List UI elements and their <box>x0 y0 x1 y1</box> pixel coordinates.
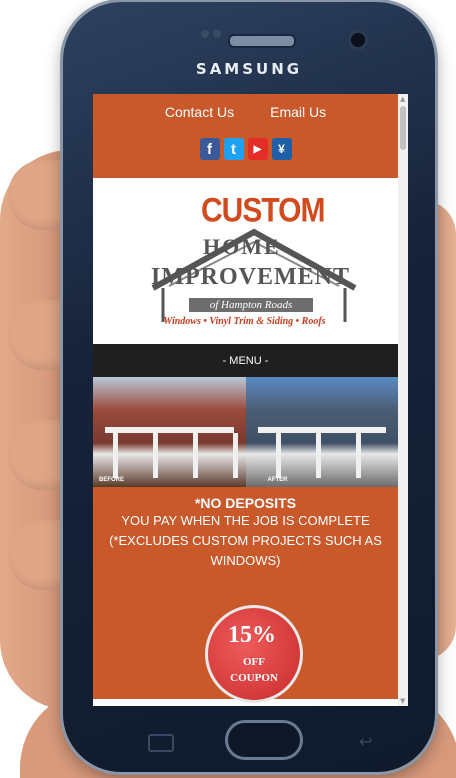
promo-line-3: WINDOWS) <box>210 553 281 568</box>
logo-home-text: HOME <box>203 234 281 259</box>
yelp-icon[interactable]: ¥ <box>271 138 292 160</box>
social-icons: f t ▶ ¥ <box>93 138 398 160</box>
earpiece-speaker <box>228 34 296 48</box>
twitter-icon[interactable]: t <box>223 138 244 160</box>
promo-line-2: (*EXCLUDES CUSTOM PROJECTS SUCH AS <box>109 533 382 548</box>
youtube-icon[interactable]: ▶ <box>247 138 268 160</box>
porch-pillar <box>113 433 118 478</box>
porch-pillar <box>193 433 198 478</box>
back-button[interactable]: ↩ <box>359 732 372 751</box>
site-logo[interactable]: CUSTOM HOME IMPROVEMENT of Hampton Roads… <box>93 178 408 344</box>
porch-pillar <box>233 433 238 478</box>
contact-us-link[interactable]: Contact Us <box>165 104 234 120</box>
phone-screen: Contact Us Email Us f t ▶ ¥ CUSTOM HOME … <box>93 94 408 706</box>
scroll-down-arrow[interactable]: ▼ <box>400 697 405 705</box>
after-photo: AFTER <box>245 377 398 487</box>
promo-section: *NO DEPOSITS YOU PAY WHEN THE JOB IS COM… <box>93 487 398 703</box>
porch-pillar <box>355 433 361 478</box>
logo-tagline: Windows • Vinyl Trim & Siding • Roofs <box>163 316 326 327</box>
after-label: AFTER <box>267 477 288 483</box>
before-after-photos: BEFORE AFTER <box>93 377 398 487</box>
coupon-percent: 15% <box>228 622 276 648</box>
header-nav: Contact Us Email Us <box>93 104 398 120</box>
sensor-dot <box>201 30 209 38</box>
porch-pillar <box>153 433 158 478</box>
coupon-label: COUPON <box>230 672 278 684</box>
scroll-up-arrow[interactable]: ▲ <box>400 95 405 103</box>
promo-line-1: YOU PAY WHEN THE JOB IS COMPLETE <box>121 513 370 528</box>
facebook-icon[interactable]: f <box>199 138 220 160</box>
site-header: Contact Us Email Us f t ▶ ¥ <box>93 94 408 178</box>
menu-toggle[interactable]: - MENU - <box>93 344 398 377</box>
sensor-dot <box>213 30 221 38</box>
scroll-thumb[interactable] <box>400 106 406 150</box>
front-camera <box>348 30 368 50</box>
recent-apps-button[interactable] <box>148 734 174 752</box>
porch-pillar <box>315 433 321 478</box>
device-brand: SAMSUNG <box>195 60 303 78</box>
porch-pillar <box>275 433 281 478</box>
before-label: BEFORE <box>99 477 125 483</box>
phone-device: SAMSUNG Contact Us Email Us f t ▶ ¥ CUST… <box>63 2 435 772</box>
promo-headline: *NO DEPOSITS <box>194 495 297 511</box>
logo-hampton-text: of Hampton Roads <box>189 298 313 312</box>
home-button[interactable] <box>225 720 303 760</box>
logo-custom-text: CUSTOM <box>201 191 325 230</box>
porch-roof <box>105 427 234 473</box>
scrollbar[interactable]: ▲ ▼ <box>398 94 408 706</box>
logo-improvement-text: IMPROVEMENT <box>151 264 350 290</box>
phone-top-bezel: SAMSUNG <box>63 2 435 94</box>
before-photo: BEFORE <box>93 377 246 487</box>
email-us-link[interactable]: Email Us <box>270 104 326 120</box>
coupon-badge[interactable]: 15% OFF COUPON <box>205 605 303 703</box>
coupon-off-text: OFF <box>243 656 265 668</box>
